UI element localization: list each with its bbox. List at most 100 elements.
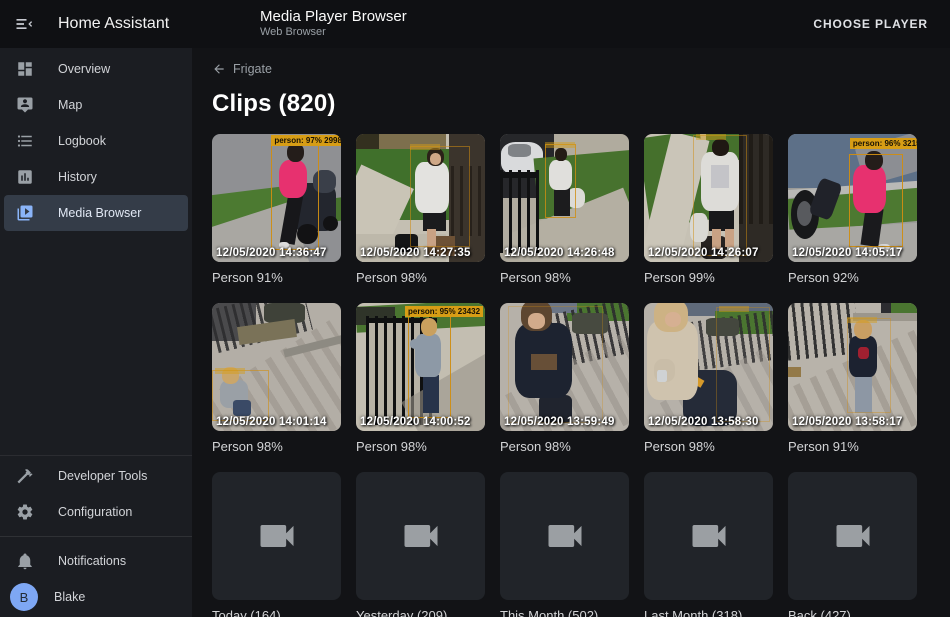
sidebar-item-map[interactable]: Map [4, 87, 188, 123]
clip-label: Person 98% [356, 270, 485, 285]
scene-layer [500, 172, 539, 177]
sidebar-item-label: Developer Tools [58, 469, 147, 483]
folder-label: This Month (502) [500, 608, 629, 617]
sidebar-item-media-browser[interactable]: Media Browser [4, 195, 188, 231]
arrow-left-icon [212, 62, 226, 76]
sidebar-item-label: Overview [58, 62, 110, 76]
detection-tag-faint [545, 142, 575, 148]
breadcrumb-back[interactable]: Frigate [212, 62, 272, 76]
clip-label: Person 91% [788, 439, 917, 454]
clip-cell: 12/05/2020 14:26:07Person 99% [644, 134, 773, 285]
clip-timestamp: 12/05/2020 14:05:17 [792, 247, 903, 259]
folder-card[interactable] [356, 472, 485, 600]
video-icon [399, 514, 443, 558]
clip-cell: 12/05/2020 13:59:49 Person 98% [500, 303, 629, 454]
detection-bounding-box [271, 142, 319, 251]
clip-thumbnail[interactable]: person: 95% 2343212/05/2020 14:00:52 [356, 303, 485, 431]
clip-thumbnail[interactable]: person: 97% 29988 12/05/2020 14:36:47 [212, 134, 341, 262]
video-icon [255, 514, 299, 558]
sidebar: Overview Map Logbook History Media Browser D… [0, 48, 192, 617]
clip-timestamp: 12/05/2020 14:36:47 [216, 247, 327, 259]
detection-tag: person: 97% 29988 [271, 135, 341, 146]
clip-thumbnail[interactable]: 12/05/2020 14:27:35 [356, 134, 485, 262]
folder-card[interactable] [644, 472, 773, 600]
media-browser-content: Frigate Clips (820) person: 97% 29988 12/… [192, 48, 950, 617]
clip-thumbnail[interactable]: person: 96% 3215412/05/2020 14:05:17 [788, 134, 917, 262]
clip-thumbnail[interactable]: 12/05/2020 14:26:48 [500, 134, 629, 262]
detection-bounding-box [693, 135, 747, 255]
clip-label: Person 98% [500, 439, 629, 454]
choose-player-button[interactable]: CHOOSE PLAYER [805, 9, 936, 39]
clip-cell: 12/05/2020 13:58:17 Person 91% [788, 303, 917, 454]
clip-thumbnail[interactable]: 12/05/2020 13:58:30 [644, 303, 773, 431]
clip-label: Person 98% [500, 270, 629, 285]
sidebar-item-label: Notifications [58, 554, 126, 568]
folder-card[interactable] [500, 472, 629, 600]
clip-thumbnail[interactable]: 12/05/2020 13:59:49 [500, 303, 629, 431]
folder-cell: Last Month (318) [644, 472, 773, 617]
sidebar-user[interactable]: B Blake [4, 579, 188, 615]
video-icon [687, 514, 731, 558]
logbook-icon [16, 132, 34, 150]
clip-thumbnail[interactable]: 12/05/2020 14:01:14 [212, 303, 341, 431]
sidebar-item-label: Configuration [58, 505, 132, 519]
clip-timestamp: 12/05/2020 13:58:17 [792, 416, 903, 428]
app-body: Overview Map Logbook History Media Browser D… [0, 48, 950, 617]
gear-icon [16, 503, 34, 521]
detection-bounding-box [847, 318, 891, 413]
page-title: Clips (820) [212, 90, 950, 118]
sidebar-toggle-button[interactable] [0, 0, 48, 48]
clip-label: Person 98% [356, 439, 485, 454]
folder-label: Yesterday (209) [356, 608, 485, 617]
sidebar-divider [0, 536, 192, 537]
detection-tag-faint [215, 368, 245, 374]
folder-cell: Back (427) [788, 472, 917, 617]
clip-timestamp: 12/05/2020 14:27:35 [360, 247, 471, 259]
menu-open-icon [14, 14, 34, 34]
sidebar-item-label: Media Browser [58, 206, 141, 220]
detection-tag-faint [696, 134, 726, 140]
clip-label: Person 98% [644, 439, 773, 454]
header-subtitle: Web Browser [260, 26, 407, 39]
sidebar-item-history[interactable]: History [4, 159, 188, 195]
sidebar-item-logbook[interactable]: Logbook [4, 123, 188, 159]
sidebar-item-label: Logbook [58, 134, 106, 148]
detection-tag-faint [719, 306, 749, 312]
clip-label: Person 92% [788, 270, 917, 285]
folder-cell: Today (164) [212, 472, 341, 617]
detection-tag: person: 95% 23432 [405, 306, 483, 317]
header-title: Media Player Browser [260, 7, 407, 26]
clip-thumbnail[interactable]: 12/05/2020 13:58:17 [788, 303, 917, 431]
detection-bounding-box [545, 144, 576, 218]
sidebar-item-overview[interactable]: Overview [4, 51, 188, 87]
detection-bounding-box [410, 146, 469, 247]
folder-cell: This Month (502) [500, 472, 629, 617]
folder-card[interactable] [212, 472, 341, 600]
folder-label: Last Month (318) [644, 608, 773, 617]
folder-label: Today (164) [212, 608, 341, 617]
sidebar-item-configuration[interactable]: Configuration [4, 494, 188, 530]
sidebar-nav: Overview Map Logbook History Media Browser [0, 51, 192, 231]
clip-cell: person: 96% 3215412/05/2020 14:05:17 Pers… [788, 134, 917, 285]
avatar: B [10, 583, 38, 611]
detection-bounding-box [408, 316, 452, 418]
clip-timestamp: 12/05/2020 14:26:48 [504, 247, 615, 259]
scene-layer [323, 216, 338, 231]
sidebar-bottom: Developer Tools Configuration Notificatio… [0, 455, 192, 617]
folder-label: Back (427) [788, 608, 917, 617]
clip-cell: 12/05/2020 14:26:48 Person 98% [500, 134, 629, 285]
clip-label: Person 91% [212, 270, 341, 285]
scene-layer [500, 170, 539, 253]
folder-card[interactable] [788, 472, 917, 600]
app-header: Home Assistant Media Player Browser Web … [0, 0, 950, 48]
detection-bounding-box [849, 154, 903, 246]
detection-tag-faint [847, 317, 877, 323]
detection-bounding-box [212, 370, 269, 421]
clip-thumbnail[interactable]: 12/05/2020 14:26:07 [644, 134, 773, 262]
user-name: Blake [54, 590, 85, 604]
sidebar-item-developer-tools[interactable]: Developer Tools [4, 458, 188, 494]
dashboard-icon [16, 60, 34, 78]
sidebar-item-notifications[interactable]: Notifications [4, 543, 188, 579]
detection-bounding-box [508, 306, 603, 424]
detection-tag-faint [410, 144, 440, 150]
